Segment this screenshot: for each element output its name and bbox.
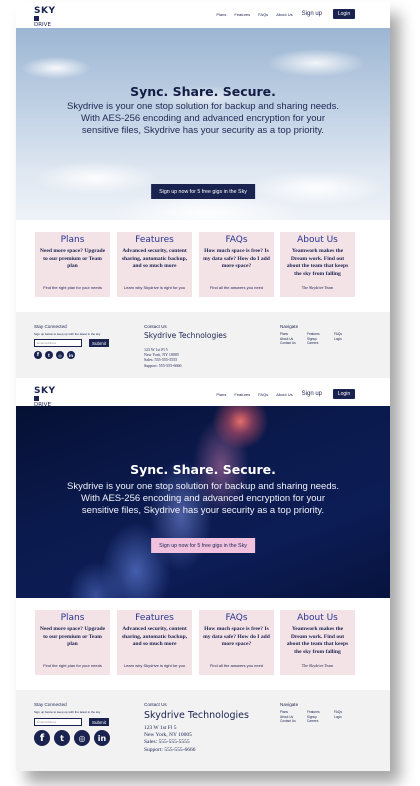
card-body: Advanced security, content sharing, auto…: [121, 248, 188, 269]
card-body: Need more space? Upgrade to our premium …: [39, 626, 106, 647]
company-address: 123 W 1st Fl 5 New York, NY 10005 Sales:…: [144, 347, 182, 368]
card-link[interactable]: Learn why Skydrive is right for you: [117, 663, 192, 668]
card-link[interactable]: Find all the answers you need: [199, 285, 274, 290]
hero-title: Sync. Share. Secure.: [130, 462, 276, 477]
social-links: f t ◎ in: [34, 351, 75, 359]
footer-link-login[interactable]: Login: [334, 337, 354, 342]
skydrive-logo[interactable]: SKY DRIVE: [34, 386, 56, 408]
card-link[interactable]: Find the right plan for your needs: [35, 663, 110, 668]
hero-banner: Sync. Share. Secure. Skydrive is your on…: [16, 28, 390, 220]
card-title: FAQs: [225, 235, 248, 245]
nav-link-plans[interactable]: Plans: [216, 12, 226, 17]
instagram-icon[interactable]: ◎: [74, 730, 90, 746]
submit-button[interactable]: Submit: [89, 339, 109, 347]
facebook-icon[interactable]: f: [34, 351, 42, 359]
card-about[interactable]: About Us Yeamwork makes the Dream work. …: [280, 232, 355, 297]
footer-nav: Plans Features FAQs About Us Signup Logi…: [280, 332, 354, 346]
card-body: How much space is free? Is my data safe?…: [203, 248, 270, 269]
login-button[interactable]: Login: [333, 389, 355, 399]
logo-bottom: DRIVE: [34, 16, 56, 28]
hero-description: Skydrive is your one stop solution for b…: [67, 101, 339, 136]
email-field[interactable]: Email Address: [34, 718, 82, 726]
card-body: Need more space? Upgrade to our premium …: [39, 248, 106, 269]
footer-link-contact[interactable]: Contact Us: [280, 341, 307, 346]
logo-top: SKY: [34, 6, 56, 16]
email-field[interactable]: Email Address: [34, 339, 82, 347]
hero-signup-button[interactable]: Sign up now for 5 free gigs in the Sky: [151, 184, 255, 199]
top-navbar: SKY DRIVE Plans Features FAQs About Us S…: [16, 382, 390, 408]
card-faqs[interactable]: FAQs How much space is free? Is my data …: [199, 232, 274, 297]
card-link[interactable]: Find all the answers you need: [199, 663, 274, 668]
feature-cards: Plans Need more space? Upgrade to our pr…: [16, 598, 390, 690]
nav-link-plans[interactable]: Plans: [216, 392, 226, 397]
card-link[interactable]: Learn why Skydrive is right for you: [117, 285, 192, 290]
card-features[interactable]: Features Advanced security, content shar…: [117, 610, 192, 675]
nav-link-about[interactable]: About Us: [276, 392, 292, 397]
logo-top: SKY: [34, 386, 56, 396]
hero-signup-button[interactable]: Sign up now for 5 free gigs in the Sky: [151, 538, 255, 553]
linkedin-icon[interactable]: in: [94, 730, 110, 746]
hero-banner: Sync. Share. Secure. Skydrive is your on…: [16, 406, 390, 598]
footer-nav: Plans Features FAQs About Us Signup Logi…: [280, 710, 354, 724]
contact-us-heading: Contact Us: [144, 324, 167, 329]
newsletter-note: Sign up below to keep up with the latest…: [34, 332, 101, 336]
footer-link-careers[interactable]: Careers: [307, 719, 334, 724]
submit-button[interactable]: Submit: [89, 718, 109, 726]
card-title: Features: [135, 235, 174, 245]
contact-us-heading: Contact Us: [144, 702, 167, 707]
linkedin-icon[interactable]: in: [67, 351, 75, 359]
site-footer: Stay Connected Sign up below to keep up …: [16, 690, 390, 771]
stay-connected-heading: Stay Connected: [34, 324, 67, 329]
instagram-icon[interactable]: ◎: [56, 351, 64, 359]
stay-connected-heading: Stay Connected: [34, 702, 67, 707]
nav-signup-link[interactable]: Sign up: [302, 391, 322, 397]
card-about[interactable]: About Us Yeamwork makes the Dream work. …: [280, 610, 355, 675]
feature-cards: Plans Need more space? Upgrade to our pr…: [16, 220, 390, 312]
card-plans[interactable]: Plans Need more space? Upgrade to our pr…: [35, 610, 110, 675]
nav-link-features[interactable]: Features: [234, 12, 250, 17]
navigate-heading: Navigate: [280, 324, 299, 329]
nav-link-faqs[interactable]: FAQs: [258, 12, 268, 17]
card-body: Advanced security, content sharing, auto…: [121, 626, 188, 647]
card-title: About Us: [297, 235, 338, 245]
card-title: FAQs: [225, 613, 248, 623]
footer-link-contact[interactable]: Contact Us: [280, 719, 307, 724]
card-title: About Us: [297, 613, 338, 623]
twitter-icon[interactable]: t: [54, 730, 70, 746]
page-preview: SKY DRIVE Plans Features FAQs About Us S…: [16, 2, 390, 771]
card-body: Yeamwork makes the Dream work. Find out …: [286, 248, 349, 277]
hero-title: Sync. Share. Secure.: [130, 84, 276, 99]
card-features[interactable]: Features Advanced security, content shar…: [117, 232, 192, 297]
nav-link-features[interactable]: Features: [234, 392, 250, 397]
card-title: Plans: [60, 613, 85, 623]
social-links: f t ◎ in: [34, 730, 110, 746]
footer-link-careers[interactable]: Careers: [307, 341, 334, 346]
facebook-icon[interactable]: f: [34, 730, 50, 746]
company-name: Skydrive Technologies: [144, 710, 249, 721]
twitter-icon[interactable]: t: [45, 351, 53, 359]
hero-description: Skydrive is your one stop solution for b…: [67, 481, 339, 516]
nav-signup-link[interactable]: Sign up: [302, 11, 322, 17]
card-plans[interactable]: Plans Need more space? Upgrade to our pr…: [35, 232, 110, 297]
site-footer: Stay Connected Sign up below to keep up …: [16, 312, 390, 378]
card-title: Features: [135, 613, 174, 623]
nav-link-about[interactable]: About Us: [276, 12, 292, 17]
footer-link-login[interactable]: Login: [334, 715, 354, 720]
card-link[interactable]: The Skydrive Team: [280, 663, 355, 668]
company-name: Skydrive Technologies: [144, 331, 227, 340]
nav-link-faqs[interactable]: FAQs: [258, 392, 268, 397]
card-body: How much space is free? Is my data safe?…: [203, 626, 270, 647]
newsletter-note: Sign up below to keep up with the latest…: [34, 710, 101, 714]
skydrive-logo[interactable]: SKY DRIVE: [34, 6, 56, 28]
top-navbar: SKY DRIVE Plans Features FAQs About Us S…: [16, 2, 390, 28]
company-address: 123 W 1st Fl 5 New York, NY 10005 Sales:…: [144, 725, 196, 753]
navigate-heading: Navigate: [280, 702, 299, 707]
card-link[interactable]: The Skydrive Team: [280, 285, 355, 290]
card-body: Yeamwork makes the Dream work. Find out …: [286, 626, 349, 655]
card-faqs[interactable]: FAQs How much space is free? Is my data …: [199, 610, 274, 675]
card-link[interactable]: Find the right plan for your needs: [35, 285, 110, 290]
login-button[interactable]: Login: [333, 9, 355, 19]
card-title: Plans: [60, 235, 85, 245]
